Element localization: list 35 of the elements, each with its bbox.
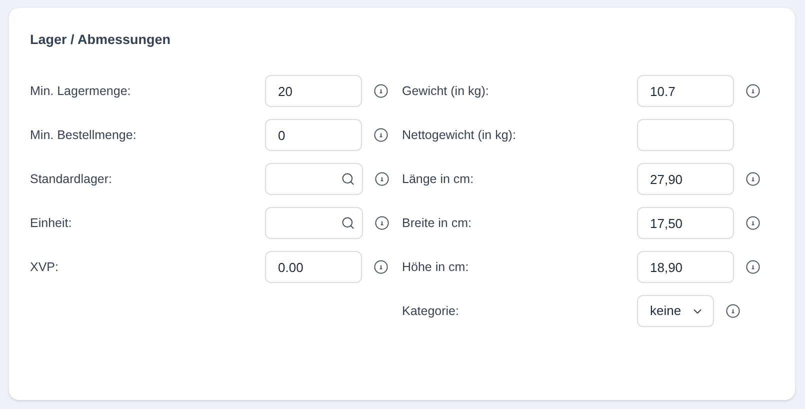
search-field[interactable] <box>265 163 363 195</box>
info-icon[interactable] <box>375 216 389 230</box>
info-icon[interactable] <box>374 84 388 98</box>
search-field[interactable] <box>265 207 363 239</box>
field-label: Breite in cm: <box>402 214 472 232</box>
info-icon[interactable] <box>374 128 388 142</box>
input-field[interactable] <box>637 119 734 151</box>
input-field[interactable]: 27,90 <box>637 163 734 195</box>
input-field[interactable]: 0 <box>265 119 362 151</box>
info-icon[interactable] <box>375 172 389 186</box>
info-icon[interactable] <box>746 84 760 98</box>
field-label: Min. Lagermenge: <box>30 82 132 100</box>
input-field[interactable]: 10.7 <box>637 75 734 107</box>
category-dropdown[interactable]: keine <box>637 295 714 327</box>
input-field[interactable]: 0.00 <box>265 251 362 283</box>
field-label: XVP: <box>30 258 60 276</box>
info-icon[interactable] <box>746 172 760 186</box>
info-icon[interactable] <box>746 260 760 274</box>
search-icon <box>341 172 355 186</box>
section-title: Lager / Abmessungen <box>30 32 172 48</box>
input-field[interactable]: 18,90 <box>637 251 734 283</box>
field-label: Nettogewicht (in kg): <box>402 126 517 144</box>
field-label: Einheit: <box>30 214 73 232</box>
field-label: Höhe in cm: <box>402 258 470 276</box>
field-label: Standardlager: <box>30 170 114 188</box>
input-field[interactable]: 20 <box>265 75 362 107</box>
info-icon[interactable] <box>726 304 740 318</box>
field-label: Länge in cm: <box>402 170 475 188</box>
field-label: Kategorie: <box>402 302 460 320</box>
field-label: Gewicht (in kg): <box>402 82 490 100</box>
info-icon[interactable] <box>374 260 388 274</box>
field-label: Min. Bestellmenge: <box>30 126 138 144</box>
search-icon <box>341 216 355 230</box>
input-field[interactable]: 17,50 <box>637 207 734 239</box>
info-icon[interactable] <box>746 216 760 230</box>
